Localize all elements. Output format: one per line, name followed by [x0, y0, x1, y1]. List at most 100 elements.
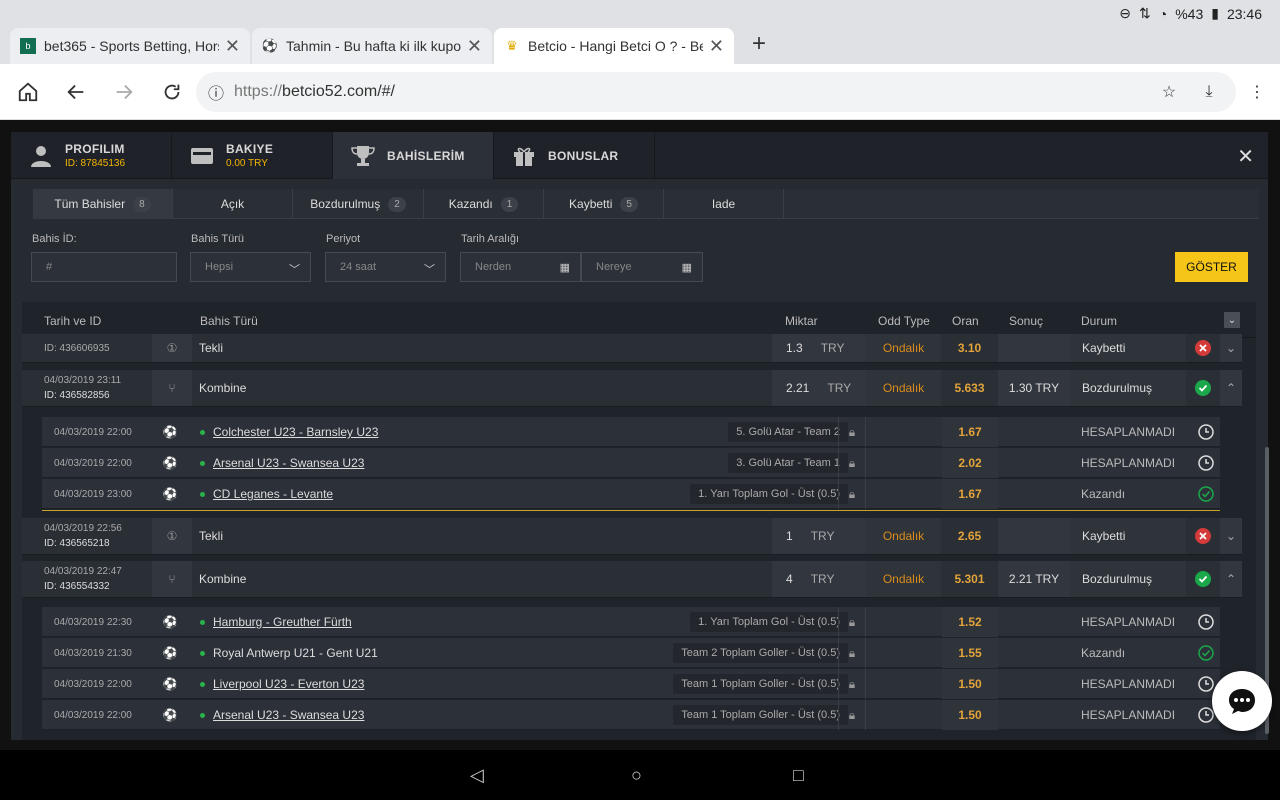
nav-home-icon[interactable]: ○: [631, 765, 642, 786]
table-row[interactable]: 04/03/2019 23:11 ID: 436582856 ⑂ Kombine …: [22, 370, 1242, 407]
address-bar[interactable]: ⓘ https://betcio52.com/#/: [196, 72, 1236, 112]
menu-icon[interactable]: ⋮: [1243, 78, 1271, 106]
tab-cashed-out[interactable]: Bozdurulmuş 2: [293, 189, 424, 219]
chat-button[interactable]: [1212, 671, 1272, 731]
lost-icon: [1186, 518, 1220, 554]
match-link[interactable]: Colchester U23 - Barnsley U23: [213, 425, 378, 439]
tab-profilim[interactable]: PROFILIM ID: 87845136: [11, 132, 172, 179]
download-icon[interactable]: ⤓: [1195, 78, 1223, 106]
lock-icon: 🔒︎: [838, 700, 866, 730]
info-icon[interactable]: ⓘ: [208, 80, 224, 104]
calendar-icon: ▦: [681, 262, 692, 274]
market-badge: 1. Yarı Toplam Gol - Üst (0.5): [690, 612, 848, 632]
combo-bet-icon: ⑂: [152, 561, 192, 597]
match-link: Royal Antwerp U21 - Gent U21: [213, 646, 378, 660]
soccer-ball-icon: ⚽: [162, 487, 178, 501]
tab-bakiye[interactable]: BAKIYE 0.00 TRY: [172, 132, 333, 179]
collapse-chevron-icon[interactable]: ⌃: [1220, 561, 1242, 597]
soccer-ball-icon: ⚽: [162, 677, 178, 691]
tab-won[interactable]: Kazandı 1: [424, 189, 544, 219]
live-dot-icon: [200, 619, 205, 625]
new-tab-icon[interactable]: +: [752, 30, 766, 58]
bet-id-input[interactable]: #: [31, 252, 177, 282]
clock-icon: [1192, 417, 1220, 447]
soccer-ball-icon: ⚽: [162, 646, 178, 660]
match-link[interactable]: Hamburg - Greuther Fürth: [213, 615, 352, 629]
browser-tab-strip: b bet365 - Sports Betting, Horse Racing …: [0, 26, 1280, 64]
close-modal-icon[interactable]: ✕: [1237, 144, 1254, 169]
show-button[interactable]: GÖSTER: [1175, 252, 1248, 282]
collapse-chevron-icon[interactable]: ⌃: [1220, 370, 1242, 406]
live-dot-icon: [200, 650, 205, 656]
tab-bonuslar[interactable]: BONUSLAR: [494, 132, 655, 179]
home-icon[interactable]: [14, 78, 42, 106]
battery-icon: ▮: [1211, 5, 1219, 21]
wifi-icon: ◔: [1158, 5, 1168, 22]
calendar-icon: ▦: [559, 262, 570, 274]
tab-refund[interactable]: Iade: [664, 189, 784, 219]
table-row[interactable]: ID: 436606935 ① Tekli 1.3 TRY Ondalık 3.1…: [22, 334, 1242, 363]
tab-bahislerim[interactable]: BAHİSLERİM: [333, 132, 494, 179]
lock-icon: 🔒︎: [838, 669, 866, 699]
browser-tab-betcio[interactable]: ♛ Betcio - Hangi Betci O ? - Betcio ✕: [494, 28, 734, 64]
bet-type-select[interactable]: Hepsi ﹀: [190, 252, 311, 282]
browser-tab-bet365[interactable]: b bet365 - Sports Betting, Horse Racing …: [10, 28, 250, 64]
close-tab-icon[interactable]: ✕: [225, 36, 240, 57]
expand-chevron-icon[interactable]: ⌄: [1220, 518, 1242, 554]
table-header: Tarih ve ID Bahis Türü Miktar Odd Type O…: [22, 302, 1256, 338]
clock-icon: [1192, 607, 1220, 637]
collapse-all-icon[interactable]: ⌄: [1224, 312, 1240, 328]
tab-lost[interactable]: Kaybetti 5: [544, 189, 664, 219]
back-icon[interactable]: [62, 78, 90, 106]
match-link[interactable]: CD Leganes - Levante: [213, 487, 333, 501]
market-badge: 5. Golü Atar - Team 2: [728, 422, 848, 442]
close-tab-icon[interactable]: ✕: [467, 36, 482, 57]
trophy-icon: [349, 144, 377, 168]
period-select[interactable]: 24 saat ﹀: [325, 252, 446, 282]
forward-icon[interactable]: [110, 78, 138, 106]
won-outline-icon: [1192, 638, 1220, 668]
live-dot-icon: [200, 681, 205, 687]
match-link[interactable]: Arsenal U23 - Swansea U23: [213, 456, 364, 470]
chevron-down-icon: ﹀: [424, 264, 435, 276]
lock-icon: 🔒︎: [838, 479, 866, 509]
nav-back-icon[interactable]: ◁: [470, 765, 484, 786]
modal-header: PROFILIM ID: 87845136 BAKIYE 0.00 TRY BAHİ…: [11, 132, 1268, 179]
table-row[interactable]: 04/03/2019 22:47 ID: 436554332 ⑂ Kombine …: [22, 561, 1242, 598]
soccer-ball-icon: ⚽: [162, 708, 178, 722]
live-dot-icon: [200, 460, 205, 466]
bookmark-star-icon[interactable]: ☆: [1155, 78, 1183, 106]
won-icon: [1186, 561, 1220, 597]
soccer-ball-favicon: ⚽: [261, 38, 279, 53]
date-from-input[interactable]: Nerden ▦: [460, 252, 581, 282]
market-badge: 1. Yarı Toplam Gol - Üst (0.5): [690, 484, 848, 504]
browser-tab-tahmin[interactable]: ⚽ Tahmin - Bu hafta ki ilk kupon ✕: [252, 28, 492, 64]
tab-open-bets[interactable]: Açık: [173, 189, 293, 219]
soccer-ball-icon: ⚽: [162, 425, 178, 439]
live-dot-icon: [200, 712, 205, 718]
divider: [42, 510, 1220, 511]
date-to-input[interactable]: Nereye ▦: [581, 252, 703, 282]
close-tab-icon[interactable]: ✕: [709, 36, 724, 57]
data-arrows-icon: ⇅: [1139, 5, 1151, 21]
nav-recents-icon[interactable]: □: [793, 765, 804, 786]
lock-icon: 🔒︎: [838, 607, 866, 637]
table-row[interactable]: 04/03/2019 22:56 ID: 436565218 ① Tekli 1T…: [22, 518, 1242, 555]
expand-chevron-icon[interactable]: ⌄: [1220, 334, 1242, 362]
bet365-favicon: b: [20, 38, 36, 54]
period-label: Periyot: [326, 233, 361, 245]
crown-favicon: ♛: [506, 38, 518, 53]
clock: 23:46: [1226, 5, 1262, 22]
reload-icon[interactable]: [158, 78, 186, 106]
wallet-icon: [188, 147, 216, 165]
match-link[interactable]: Arsenal U23 - Swansea U23: [213, 708, 364, 722]
dnd-icon: ⊖: [1119, 5, 1131, 21]
user-icon: [27, 144, 55, 168]
tab-all-bets[interactable]: Tüm Bahisler 8: [33, 189, 173, 219]
market-badge: Team 1 Toplam Goller - Üst (0.5): [673, 674, 848, 694]
match-link[interactable]: Liverpool U23 - Everton U23: [213, 677, 364, 691]
android-nav-bar: ◁ ○ □: [0, 750, 1280, 800]
live-dot-icon: [200, 429, 205, 435]
won-outline-icon: [1192, 479, 1220, 509]
combo-bet-icon: ⑂: [152, 370, 192, 406]
